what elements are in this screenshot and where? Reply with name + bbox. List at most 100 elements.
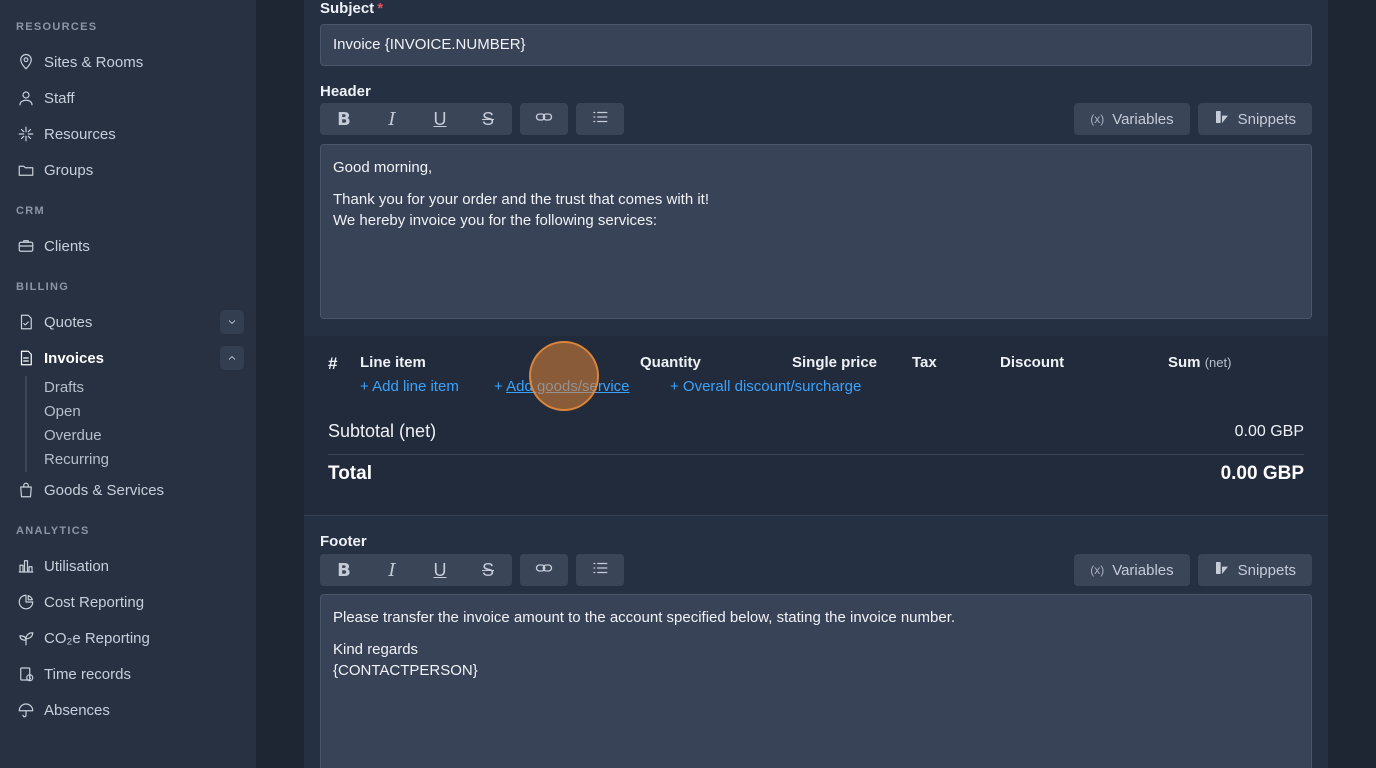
strikethrough-icon: S xyxy=(481,559,494,580)
briefcase-icon xyxy=(16,236,36,256)
snippets-icon xyxy=(1214,109,1230,129)
italic-icon: I xyxy=(388,108,396,130)
header-toolbar: B I U S xyxy=(320,103,624,135)
sidebar-item-groups[interactable]: Groups xyxy=(8,156,248,184)
bullet-list-button[interactable] xyxy=(576,103,624,135)
sidebar-item-label: Utilisation xyxy=(44,557,110,575)
sidebar-item-staff[interactable]: Staff xyxy=(8,84,248,112)
list-icon xyxy=(591,108,609,131)
sidebar: RESOURCES Sites & Rooms Staff Resources … xyxy=(0,0,256,768)
sidebar-item-time-records[interactable]: Time records xyxy=(8,660,248,688)
footer-regards: Kind regards xyxy=(333,641,419,658)
variables-button[interactable]: (x) Variables xyxy=(1074,554,1190,586)
sidebar-subitem-overdue[interactable]: Overdue xyxy=(44,427,102,444)
sidebar-item-label: Clients xyxy=(44,237,90,255)
sidebar-item-label: Absences xyxy=(44,701,110,719)
variables-label: Variables xyxy=(1112,110,1174,128)
pie-chart-icon xyxy=(16,592,36,612)
column-sum: Sum (net) xyxy=(1168,354,1232,371)
sidebar-item-absences[interactable]: Absences xyxy=(8,696,248,724)
chevron-up-icon[interactable] xyxy=(220,346,244,370)
sidebar-item-label: Groups xyxy=(44,161,94,179)
link-button[interactable] xyxy=(520,103,568,135)
underline-button[interactable]: U xyxy=(416,554,464,586)
shopping-bag-icon xyxy=(16,480,36,500)
total-divider xyxy=(328,454,1304,455)
header-label: Header xyxy=(320,83,371,100)
variables-label: Variables xyxy=(1112,561,1174,579)
sidebar-item-cost-reporting[interactable]: Cost Reporting xyxy=(8,588,248,616)
strikethrough-button[interactable]: S xyxy=(464,554,512,586)
snippets-label: Snippets xyxy=(1237,110,1296,128)
list-icon xyxy=(591,559,609,582)
header-line-1: Thank you for your order and the trust t… xyxy=(333,191,710,208)
document-check-icon xyxy=(16,312,36,332)
subtotal-value: 0.00 GBP xyxy=(1234,422,1304,440)
add-goods-service-link[interactable]: + Add goods/service xyxy=(494,378,630,395)
link-button[interactable] xyxy=(520,554,568,586)
bullet-list-button[interactable] xyxy=(576,554,624,586)
sidebar-item-label: Goods & Services xyxy=(44,481,165,499)
sidebar-subitem-drafts[interactable]: Drafts xyxy=(44,379,84,396)
sidebar-item-label: Quotes xyxy=(44,313,93,331)
variables-button[interactable]: (x) Variables xyxy=(1074,103,1190,135)
underline-icon: U xyxy=(433,108,447,129)
sidebar-item-quotes[interactable]: Quotes xyxy=(8,308,248,336)
footer-label: Footer xyxy=(320,533,367,550)
underline-button[interactable]: U xyxy=(416,103,464,135)
document-icon xyxy=(16,348,36,368)
sidebar-item-label: Staff xyxy=(44,89,75,107)
sidebar-item-label: Cost Reporting xyxy=(44,593,145,611)
sidebar-item-utilisation[interactable]: Utilisation xyxy=(8,552,248,580)
footer-toolbar: B I U S xyxy=(320,554,624,586)
italic-button[interactable]: I xyxy=(368,554,416,586)
column-quantity: Quantity xyxy=(640,354,701,371)
bold-button[interactable]: B xyxy=(320,554,368,586)
link-icon xyxy=(535,559,553,582)
subtotal-row: Subtotal (net) 0.00 GBP xyxy=(328,421,1304,442)
text-format-group: B I U S xyxy=(320,103,512,135)
column-hash: # xyxy=(328,354,338,373)
chevron-down-icon[interactable] xyxy=(220,310,244,334)
sidebar-item-label: CO₂e Reporting xyxy=(44,629,150,647)
sidebar-item-clients[interactable]: Clients xyxy=(8,232,248,260)
sidebar-subitem-recurring[interactable]: Recurring xyxy=(44,451,109,468)
sidebar-item-co2e-reporting[interactable]: CO₂e Reporting xyxy=(8,624,248,652)
invoice-form-panel: Subject * Invoice {INVOICE.NUMBER} Header… xyxy=(304,0,1328,768)
sidebar-item-invoices[interactable]: Invoices xyxy=(8,344,248,372)
column-tax: Tax xyxy=(912,354,937,371)
overall-discount-link[interactable]: + Overall discount/surcharge xyxy=(670,378,861,395)
sidebar-item-sites-rooms[interactable]: Sites & Rooms xyxy=(8,48,248,76)
subject-label: Subject * xyxy=(320,0,384,17)
section-label-crm: CRM xyxy=(16,205,45,217)
strikethrough-button[interactable]: S xyxy=(464,103,512,135)
underline-icon: U xyxy=(433,559,447,580)
map-pin-icon xyxy=(16,52,36,72)
header-greeting: Good morning, xyxy=(333,159,433,176)
total-label: Total xyxy=(328,463,372,484)
link-group xyxy=(520,554,568,586)
folder-icon xyxy=(16,160,36,180)
snippets-button[interactable]: Snippets xyxy=(1197,103,1312,135)
sidebar-item-label: Time records xyxy=(44,665,131,683)
sidebar-subitem-open[interactable]: Open xyxy=(44,403,81,420)
add-line-item-link[interactable]: + Add line item xyxy=(360,378,459,395)
header-line-2: We hereby invoice you for the following … xyxy=(333,212,658,229)
header-toolbar-right: (x) Variables Snippets xyxy=(1074,103,1312,135)
sidebar-item-resources[interactable]: Resources xyxy=(8,120,248,148)
bold-button[interactable]: B xyxy=(320,103,368,135)
footer-contact: {CONTACTPERSON} xyxy=(333,662,478,679)
snippets-button[interactable]: Snippets xyxy=(1197,554,1312,586)
sidebar-item-label: Sites & Rooms xyxy=(44,53,144,71)
bold-icon: B xyxy=(337,559,351,581)
snippets-label: Snippets xyxy=(1237,561,1296,579)
subject-input[interactable]: Invoice {INVOICE.NUMBER} xyxy=(320,24,1312,66)
sidebar-item-goods-services[interactable]: Goods & Services xyxy=(8,476,248,504)
italic-button[interactable]: I xyxy=(368,103,416,135)
footer-line-1: Please transfer the invoice amount to th… xyxy=(333,609,956,626)
total-row: Total 0.00 GBP xyxy=(328,463,1304,485)
leaf-icon xyxy=(16,628,36,648)
header-editor[interactable]: Good morning, Thank you for your order a… xyxy=(320,144,1312,319)
footer-editor[interactable]: Please transfer the invoice amount to th… xyxy=(320,594,1312,768)
section-label-analytics: ANALYTICS xyxy=(16,525,90,537)
